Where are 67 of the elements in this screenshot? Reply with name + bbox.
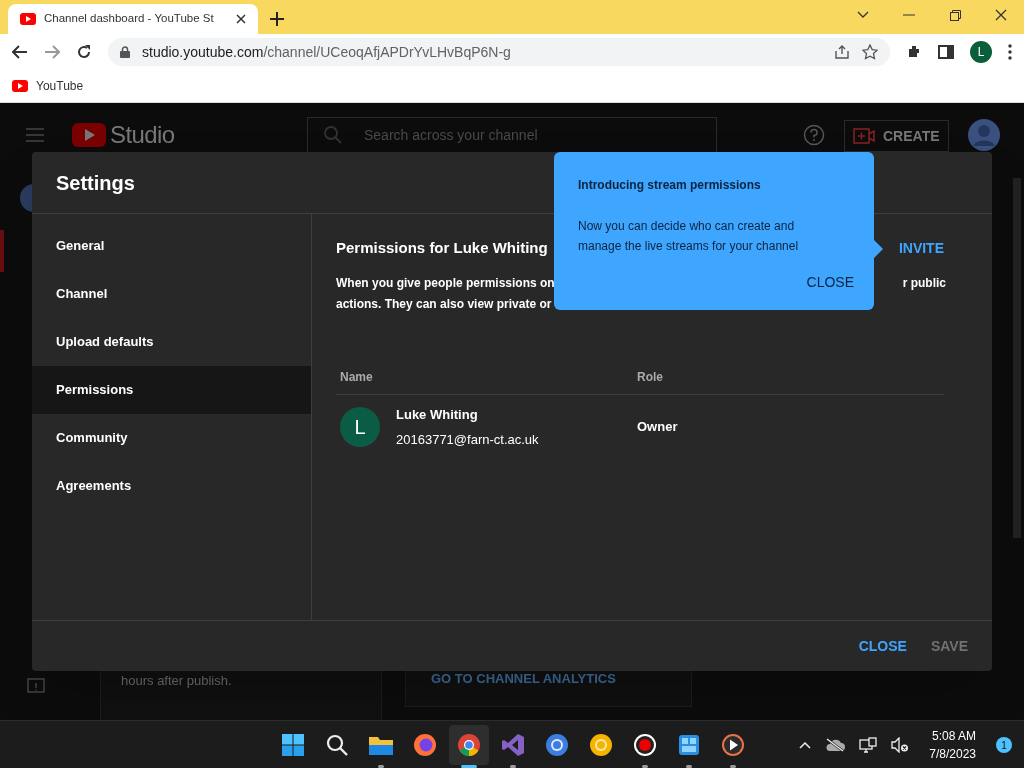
tooltip-close-button[interactable]: CLOSE <box>806 272 854 293</box>
cloud-off-icon[interactable] <box>825 738 846 752</box>
browser-icon <box>545 733 569 757</box>
clock[interactable]: 5:08 AM 7/8/2023 <box>929 727 976 763</box>
lock-icon <box>120 46 130 58</box>
taskbar-button[interactable] <box>449 725 489 765</box>
browser-icon <box>589 733 613 757</box>
close-button[interactable]: CLOSE <box>858 635 907 657</box>
play-logo-icon <box>72 123 106 147</box>
back-icon[interactable] <box>12 45 28 59</box>
browser-tab[interactable]: Channel dashboard - YouTube St <box>8 4 258 34</box>
firefox-icon <box>413 733 437 757</box>
bookmark[interactable]: YouTube <box>12 77 84 95</box>
tab-title: Channel dashboard - YouTube St <box>44 11 215 27</box>
panel-heading: Permissions for Luke Whiting <box>336 237 548 258</box>
chrome-icon <box>457 733 481 757</box>
reload-icon[interactable] <box>76 44 92 60</box>
help-icon[interactable] <box>803 124 825 146</box>
star-icon[interactable] <box>862 44 878 60</box>
play-icon <box>721 733 745 757</box>
close-icon[interactable] <box>236 14 246 24</box>
search-icon <box>326 734 348 756</box>
description-text: actions. They can also view private or <box>336 296 552 313</box>
description-text: r public <box>902 275 946 292</box>
forward-icon[interactable] <box>44 45 60 59</box>
close-icon[interactable] <box>995 9 1007 21</box>
url-text: studio.youtube.com/channel/UCeoqAfjAPDrYvLHvBqP6N-g <box>142 42 512 62</box>
dialog-title: Settings <box>56 170 135 196</box>
chevron-up-icon[interactable] <box>799 741 812 749</box>
network-icon[interactable] <box>859 737 878 753</box>
windows-icon <box>281 733 305 757</box>
search-field[interactable]: Search across your channel <box>307 117 717 153</box>
folder-icon <box>368 734 394 756</box>
photos-icon <box>677 733 701 757</box>
youtube-icon <box>20 13 36 25</box>
youtube-icon <box>12 80 28 92</box>
logo-text: Studio <box>110 120 175 150</box>
user-name: Luke Whiting <box>396 405 479 424</box>
column-header: Role <box>637 368 663 386</box>
create-button[interactable]: CREATE <box>844 120 949 152</box>
profile-avatar[interactable]: L <box>970 41 992 63</box>
active-nav-marker <box>0 230 4 272</box>
volume-muted-icon[interactable] <box>891 737 910 753</box>
address-bar[interactable]: studio.youtube.com/channel/UCeoqAfjAPDrYvLHvBqP6N-g <box>108 38 890 66</box>
description-text: When you give people permissions on <box>336 275 555 292</box>
puzzle-icon[interactable] <box>906 44 922 60</box>
search-icon <box>324 126 342 144</box>
card-text: hours after publish. <box>121 673 232 688</box>
notification-badge[interactable]: 1 <box>996 737 1012 753</box>
side-panel-icon[interactable] <box>938 45 954 59</box>
chevron-down-icon[interactable] <box>857 11 869 19</box>
share-icon[interactable] <box>834 45 850 59</box>
user-email: 20163771@farn-ct.ac.uk <box>396 431 539 449</box>
role-text: Owner <box>637 418 678 437</box>
invite-button[interactable]: INVITE <box>898 237 944 259</box>
user-avatar: L <box>340 407 380 447</box>
menu-icon[interactable] <box>1008 44 1012 60</box>
tooltip-text: Now you can decide who can create and manage the live streams for your channel <box>578 218 800 255</box>
video-camera-icon <box>853 128 875 144</box>
column-header: Name <box>340 368 374 386</box>
tooltip-title: Introducing stream permissions <box>578 177 762 194</box>
record-icon <box>633 733 657 757</box>
avatar-icon[interactable] <box>968 119 1000 151</box>
nav-item[interactable]: Permissions <box>32 366 311 414</box>
new-tab-icon[interactable] <box>270 12 284 26</box>
visual-studio-icon <box>501 733 525 757</box>
restore-icon[interactable] <box>949 9 961 21</box>
